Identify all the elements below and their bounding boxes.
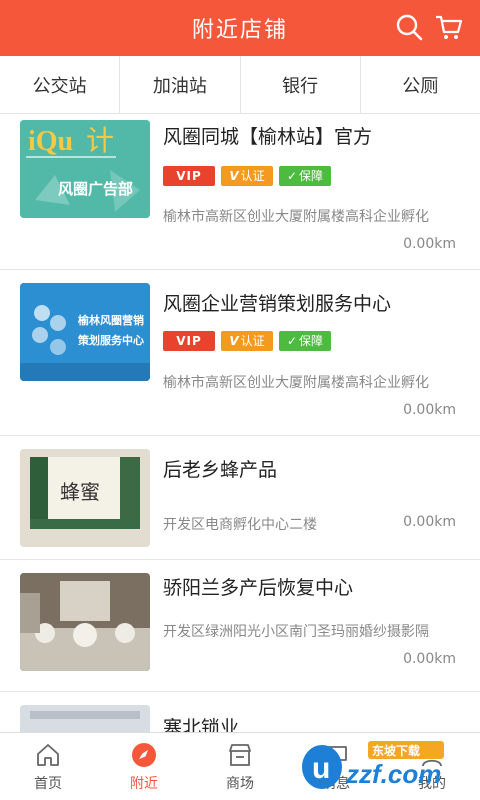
page-title: 附近店铺 (191, 18, 288, 43)
thumbnail-graphic (20, 573, 150, 671)
shield-check-icon: ✓ (286, 334, 298, 348)
store-icon (229, 743, 251, 766)
store-thumbnail: 榆林风圈营销策划服务中心 (20, 283, 150, 381)
svg-text:蜂蜜: 蜂蜜 (60, 480, 100, 504)
badge-group: VIP V 认证 ✓ 保障 (163, 166, 331, 186)
category-bank[interactable]: 银行 (241, 56, 361, 113)
store-distance: 0.00km (403, 651, 456, 667)
store-distance: 0.00km (403, 236, 456, 252)
tab-mall[interactable]: 商场 (192, 733, 288, 800)
store-thumbnail (20, 705, 150, 732)
store-thumbnail (20, 573, 150, 671)
certified-badge: V 认证 (221, 166, 273, 186)
list-item[interactable]: 蜂蜜 后老乡蜂产品 开发区电商孵化中心二楼 0.00km (0, 437, 480, 560)
store-thumbnail: 蜂蜜 (20, 449, 150, 547)
guarantee-badge: ✓ 保障 (279, 331, 331, 351)
thumbnail-graphic: 蜂蜜 (20, 449, 150, 547)
watermark-tag: 东坡下载 (372, 744, 421, 758)
category-bar: 公交站 加油站 银行 公厕 (0, 56, 480, 114)
store-address: 开发区绿洲阳光小区南门圣玛丽婚纱摄影隔 (163, 624, 429, 640)
store-name: 骄阳兰多产后恢复中心 (163, 577, 354, 599)
thumbnail-graphic: iQu 计 (20, 120, 150, 218)
svg-text:u: u (312, 752, 330, 785)
cart-icon[interactable] (434, 12, 464, 42)
tab-label: 首页 (34, 775, 62, 792)
list-item[interactable]: 榆林风圈营销策划服务中心 风圈企业营销策划服务中心 VIP V 认证 ✓ 保障 榆林… (0, 271, 480, 436)
thumbnail-caption: 榆林风圈营销策划服务中心 (78, 314, 144, 347)
badge-group: VIP V 认证 ✓ 保障 (163, 331, 331, 351)
category-gas-station[interactable]: 加油站 (120, 56, 241, 113)
list-item[interactable]: 塞北锁业 (0, 693, 480, 732)
store-name: 风圈企业营销策划服务中心 (163, 293, 392, 315)
store-distance: 0.00km (403, 402, 456, 418)
thumbnail-graphic (20, 705, 150, 732)
tab-home[interactable]: 首页 (0, 733, 96, 800)
store-thumbnail: iQu 计 风圈广告部 (20, 120, 150, 218)
vip-badge: VIP (163, 331, 215, 351)
list-item[interactable]: iQu 计 风圈广告部 风圈同城【榆林站】官方 VIP V 认证 ✓ 保障 榆林市高… (0, 114, 480, 270)
svg-text:iQu: iQu (28, 126, 73, 157)
store-address: 榆林市高新区创业大厦附属楼高科企业孵化 (163, 209, 429, 225)
tab-nearby[interactable]: 附近 (96, 733, 192, 800)
compass-icon (132, 742, 156, 767)
tab-label: 附近 (130, 775, 158, 792)
home-icon (37, 743, 59, 766)
store-name: 塞北锁业 (163, 717, 240, 732)
svg-text:zzf.com: zzf.com (345, 759, 441, 789)
category-toilet[interactable]: 公厕 (361, 56, 480, 113)
store-address: 榆林市高新区创业大厦附属楼高科企业孵化 (163, 375, 429, 391)
store-distance: 0.00km (403, 514, 456, 530)
store-name: 后老乡蜂产品 (163, 459, 278, 481)
vip-badge: VIP (163, 166, 215, 186)
store-name: 风圈同城【榆林站】官方 (163, 126, 373, 148)
guarantee-badge: ✓ 保障 (279, 166, 331, 186)
list-item[interactable]: 骄阳兰多产后恢复中心 开发区绿洲阳光小区南门圣玛丽婚纱摄影隔 0.00km (0, 561, 480, 692)
v-icon: V (229, 169, 239, 183)
store-address: 开发区电商孵化中心二楼 (163, 517, 317, 533)
app-header: 附近店铺 (0, 0, 480, 56)
svg-text:计: 计 (86, 125, 114, 157)
store-list: iQu 计 风圈广告部 风圈同城【榆林站】官方 VIP V 认证 ✓ 保障 榆林市高… (0, 114, 480, 732)
category-bus-station[interactable]: 公交站 (0, 56, 121, 113)
thumbnail-caption: 风圈广告部 (58, 180, 134, 198)
shield-check-icon: ✓ (286, 169, 298, 183)
certified-badge: V 认证 (221, 331, 273, 351)
tab-label: 商场 (226, 775, 254, 792)
v-icon: V (229, 334, 239, 348)
search-icon[interactable] (394, 12, 424, 42)
